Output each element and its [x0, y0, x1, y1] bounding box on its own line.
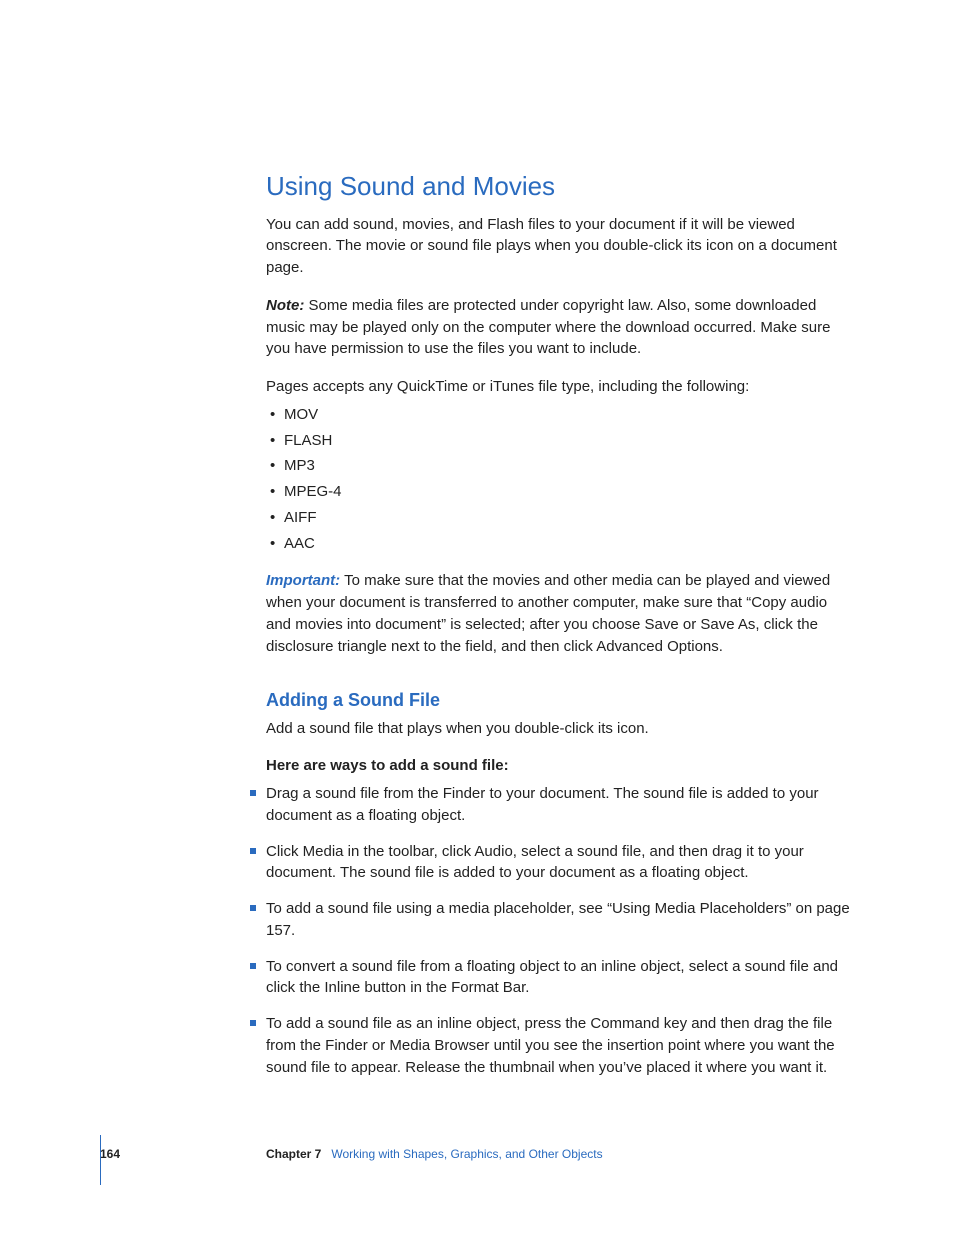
important-label: Important:: [266, 572, 340, 589]
chapter-name: Working with Shapes, Graphics, and Other…: [331, 1146, 602, 1163]
important-paragraph: Important: To make sure that the movies …: [266, 570, 854, 657]
ways-list: Drag a sound file from the Finder to you…: [250, 783, 854, 1078]
list-item: To add a sound file using a media placeh…: [250, 898, 854, 942]
intro-paragraph: You can add sound, movies, and Flash fil…: [266, 214, 854, 279]
list-item: Drag a sound file from the Finder to you…: [250, 783, 854, 827]
section-heading: Using Sound and Movies: [176, 168, 854, 206]
list-item: Click Media in the toolbar, click Audio,…: [250, 841, 854, 885]
note-label: Note:: [266, 297, 304, 314]
note-body: Some media files are protected under cop…: [266, 297, 830, 358]
ways-heading: Here are ways to add a sound file:: [266, 755, 854, 777]
list-item: MP3: [266, 455, 854, 477]
subsection-heading: Adding a Sound File: [176, 687, 854, 713]
list-item: AIFF: [266, 507, 854, 529]
page-footer: 164 Chapter 7 Working with Shapes, Graph…: [100, 1146, 854, 1163]
file-types-list: MOV FLASH MP3 MPEG-4 AIFF AAC: [266, 404, 854, 555]
list-item: FLASH: [266, 430, 854, 452]
document-page: Using Sound and Movies You can add sound…: [0, 0, 954, 1235]
page-number: 164: [100, 1146, 266, 1163]
section-body: You can add sound, movies, and Flash fil…: [176, 214, 854, 658]
note-paragraph: Note: Some media files are protected und…: [266, 295, 854, 360]
subsection-intro: Add a sound file that plays when you dou…: [266, 718, 854, 740]
chapter-label: Chapter 7: [266, 1146, 321, 1163]
list-item: MOV: [266, 404, 854, 426]
list-item: AAC: [266, 533, 854, 555]
list-item: MPEG-4: [266, 481, 854, 503]
accepts-line: Pages accepts any QuickTime or iTunes fi…: [266, 376, 854, 398]
footer-rule: [100, 1135, 101, 1185]
subsection-body: Add a sound file that plays when you dou…: [176, 718, 854, 1079]
list-item: To convert a sound file from a floating …: [250, 956, 854, 1000]
list-item: To add a sound file as an inline object,…: [250, 1013, 854, 1078]
important-body: To make sure that the movies and other m…: [266, 572, 830, 654]
